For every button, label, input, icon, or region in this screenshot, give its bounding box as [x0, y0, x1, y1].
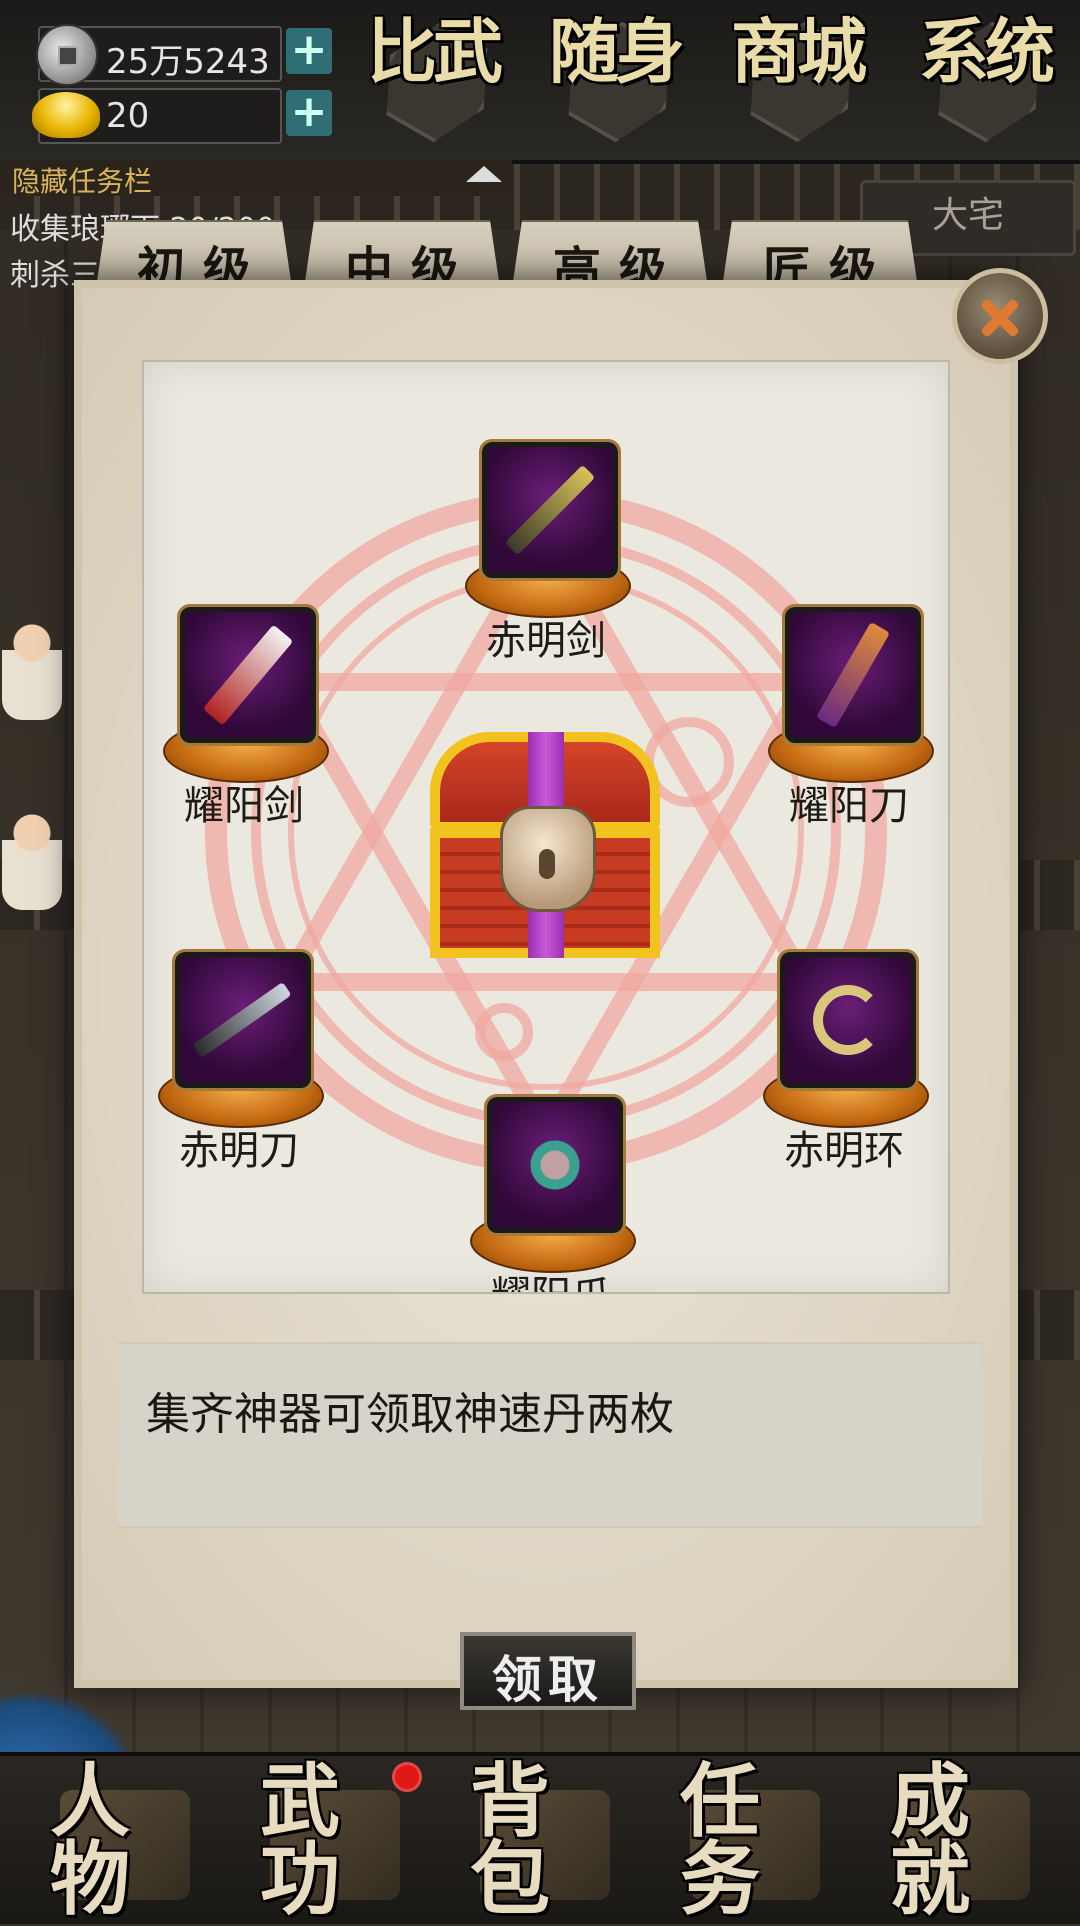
- ring-blade-shape: [813, 985, 883, 1055]
- quest-panel-title[interactable]: 隐藏任务栏: [0, 160, 512, 198]
- silver-coin-icon: [36, 24, 98, 86]
- nav-tasks-label: 任务: [680, 1754, 790, 1926]
- sword-icon: [479, 439, 621, 581]
- menu-carry-label: 随身: [549, 10, 685, 93]
- nav-tasks[interactable]: 任务: [650, 1760, 850, 1920]
- artifact-name: 耀阳剑: [184, 783, 304, 829]
- sword-blade: [504, 464, 596, 556]
- nav-achievements-label: 成就: [890, 1754, 1000, 1926]
- menu-pvp-label: 比武: [367, 10, 503, 93]
- blade-shape: [202, 624, 294, 726]
- artifact-slot-chiming-blade[interactable]: 赤明刀: [154, 949, 324, 1174]
- nav-character-label: 人物: [50, 1754, 160, 1926]
- nav-bag[interactable]: 背包: [440, 1760, 640, 1920]
- npc-sprite[interactable]: [2, 800, 62, 910]
- artifact-name: 赤明环: [784, 1128, 904, 1174]
- reward-description: 集齐神器可领取神速丹两枚: [146, 1389, 674, 1440]
- add-silver-button[interactable]: +: [286, 28, 332, 74]
- gold-currency: 20: [32, 88, 282, 144]
- artifact-slot-chiming-ring[interactable]: 赤明环: [759, 949, 929, 1174]
- nav-achievements[interactable]: 成就: [860, 1760, 1060, 1920]
- saber-shape: [815, 621, 891, 729]
- nav-character[interactable]: 人物: [20, 1760, 220, 1920]
- menu-pvp-button[interactable]: 比武: [358, 8, 508, 148]
- silver-currency: 25万5243: [36, 24, 282, 86]
- artifact-name: 赤明刀: [179, 1128, 299, 1174]
- top-bar: 25万5243 + 20 + 比武 随身 商城 系统: [0, 0, 1080, 164]
- blade-icon: [177, 604, 319, 746]
- treasure-chest-icon[interactable]: [420, 732, 670, 962]
- menu-system-button[interactable]: 系统: [910, 8, 1060, 148]
- claw-shape: [525, 1135, 585, 1195]
- dagger-icon: [172, 949, 314, 1091]
- bottom-navigation: 人物 武功 背包 任务 成就: [0, 1752, 1080, 1924]
- notification-dot: [392, 1762, 422, 1792]
- claim-button-label: 领取: [492, 1650, 604, 1709]
- silver-amount: 25万5243: [106, 42, 270, 82]
- artifact-slot-yaoyang-claw[interactable]: 耀阳爪: [466, 1094, 636, 1292]
- claw-icon: [484, 1094, 626, 1236]
- nav-bag-label: 背包: [470, 1754, 580, 1926]
- close-icon[interactable]: [952, 268, 1048, 364]
- ring-blade-icon: [777, 949, 919, 1091]
- menu-system-label: 系统: [919, 10, 1055, 93]
- collapse-arrow-icon[interactable]: [466, 166, 502, 182]
- saber-icon: [782, 604, 924, 746]
- padlock-icon: [500, 806, 596, 912]
- npc-sprite[interactable]: [2, 610, 62, 720]
- artifact-name: 耀阳爪: [436, 1263, 666, 1292]
- add-gold-button[interactable]: +: [286, 90, 332, 136]
- dagger-shape: [192, 981, 292, 1059]
- menu-shop-button[interactable]: 商城: [722, 8, 872, 148]
- artifact-name: 赤明剑: [486, 618, 606, 664]
- claim-button[interactable]: 领取: [460, 1632, 636, 1710]
- artifact-slot-yaoyang-saber[interactable]: 耀阳刀: [764, 604, 934, 829]
- menu-carry-button[interactable]: 随身: [540, 8, 690, 148]
- artifact-slot-chiming-sword[interactable]: 赤明剑: [461, 439, 631, 664]
- reward-description-box: 集齐神器可领取神速丹两枚: [118, 1342, 982, 1528]
- artifact-slot-yaoyang-sword[interactable]: 耀阳剑: [159, 604, 329, 829]
- gold-ingot-icon: [32, 92, 100, 138]
- menu-shop-label: 商城: [731, 10, 867, 93]
- gold-amount: 20: [106, 96, 150, 136]
- artifact-name: 耀阳刀: [789, 783, 909, 829]
